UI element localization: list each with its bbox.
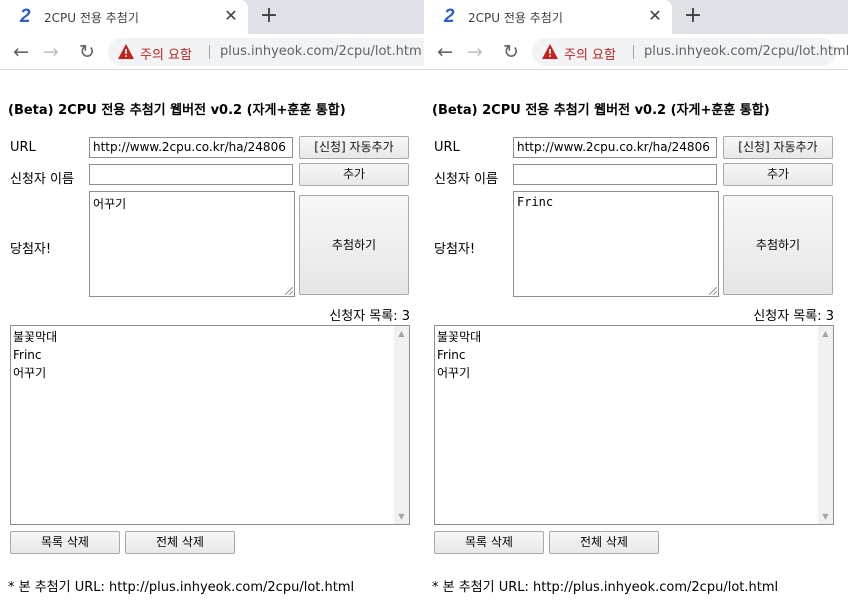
tab-strip: 2 2CPU 전용 추첨기 ✕ +	[0, 0, 424, 34]
address-bar[interactable]: 주의 요함 plus.inhyeok.com/2cpu/lot.htm	[108, 38, 424, 66]
add-button[interactable]: 추가	[299, 163, 409, 186]
resize-handle[interactable]	[285, 287, 293, 295]
url-label: URL	[10, 140, 36, 155]
applicant-count: 신청자 목록: 3	[329, 309, 410, 324]
scrollbar[interactable]: ▲ ▼	[818, 326, 833, 524]
url-input[interactable]: http://www.2cpu.co.kr/ha/24806	[513, 137, 717, 158]
plus-icon[interactable]: +	[682, 5, 704, 27]
delete-list-button[interactable]: 목록 삭제	[10, 531, 120, 554]
name-label: 신청자 이름	[434, 172, 498, 187]
close-icon[interactable]: ✕	[646, 7, 664, 25]
winner-value: 어꾸기	[93, 197, 127, 211]
close-icon[interactable]: ✕	[222, 7, 240, 25]
security-warning[interactable]: 주의 요함	[564, 44, 616, 63]
tab-title: 2CPU 전용 추첨기	[44, 11, 139, 25]
applicant-count: 신청자 목록: 3	[753, 309, 834, 324]
name-label: 신청자 이름	[10, 172, 74, 187]
delete-list-button[interactable]: 목록 삭제	[434, 531, 544, 554]
list-item[interactable]: 어꾸기	[13, 364, 393, 382]
list-item[interactable]: Frinc	[437, 346, 817, 364]
draw-button[interactable]: 추첨하기	[723, 195, 833, 295]
arrow-left-icon[interactable]: ←	[10, 41, 32, 63]
auto-add-button[interactable]: [신청] 자동추가	[299, 136, 409, 159]
tab-title: 2CPU 전용 추첨기	[468, 11, 563, 25]
draw-button[interactable]: 추첨하기	[299, 195, 409, 295]
browser-tab[interactable]: 2 2CPU 전용 추첨기 ✕	[424, 0, 672, 34]
address-url[interactable]: plus.inhyeok.com/2cpu/lot.htm	[220, 44, 422, 59]
browser-window-left: 2 2CPU 전용 추첨기 ✕ + ← → ↻ 주의 요함 plus.inhye…	[0, 0, 424, 602]
footer-text: * 본 추첨기 URL: http://plus.inhyeok.com/2cp…	[432, 580, 779, 595]
winner-label: 당첨자!	[434, 242, 476, 257]
add-button[interactable]: 추가	[723, 163, 833, 186]
browser-toolbar: ← → ↻ 주의 요함 plus.inhyeok.com/2cpu/lot.ht…	[424, 34, 848, 70]
winner-value: Frinc	[517, 195, 554, 209]
browser-tab[interactable]: 2 2CPU 전용 추첨기 ✕	[0, 0, 248, 34]
delete-all-button[interactable]: 전체 삭제	[549, 531, 659, 554]
reload-icon[interactable]: ↻	[76, 41, 98, 63]
url-input[interactable]: http://www.2cpu.co.kr/ha/24806	[89, 137, 293, 158]
tab-strip: 2 2CPU 전용 추첨기 ✕ +	[424, 0, 848, 34]
scrollbar[interactable]: ▲ ▼	[394, 326, 409, 524]
list-item[interactable]: 불꽃막대	[13, 328, 393, 346]
applicant-list[interactable]: 불꽃막대 Frinc 어꾸기 ▲ ▼	[434, 325, 834, 525]
list-item[interactable]: 어꾸기	[437, 364, 817, 382]
warning-triangle-icon	[542, 44, 558, 59]
arrow-left-icon[interactable]: ←	[434, 41, 456, 63]
scroll-up-icon[interactable]: ▲	[394, 326, 409, 341]
page-title: (Beta) 2CPU 전용 추첨기 웹버전 v0.2 (자게+훈훈 통합)	[432, 103, 770, 118]
warning-triangle-icon	[118, 44, 134, 59]
scroll-up-icon[interactable]: ▲	[818, 326, 833, 341]
address-bar[interactable]: 주의 요함 plus.inhyeok.com/2cpu/lot.html	[532, 38, 848, 66]
divider	[209, 45, 210, 59]
resize-handle[interactable]	[709, 287, 717, 295]
site-favicon: 2	[444, 6, 455, 27]
winner-label: 당첨자!	[10, 242, 52, 257]
name-input[interactable]	[89, 164, 293, 185]
page-title: (Beta) 2CPU 전용 추첨기 웹버전 v0.2 (자게+훈훈 통합)	[8, 103, 346, 118]
auto-add-button[interactable]: [신청] 자동추가	[723, 136, 833, 159]
site-favicon: 2	[20, 6, 31, 27]
footer-text: * 본 추첨기 URL: http://plus.inhyeok.com/2cp…	[8, 580, 355, 595]
security-warning[interactable]: 주의 요함	[140, 44, 192, 63]
browser-window-right: 2 2CPU 전용 추첨기 ✕ + ← → ↻ 주의 요함 plus.inhye…	[424, 0, 848, 602]
divider	[633, 45, 634, 59]
reload-icon[interactable]: ↻	[500, 41, 522, 63]
url-label: URL	[434, 140, 460, 155]
scroll-down-icon[interactable]: ▼	[394, 509, 409, 524]
name-input[interactable]	[513, 164, 717, 185]
browser-toolbar: ← → ↻ 주의 요함 plus.inhyeok.com/2cpu/lot.ht…	[0, 34, 424, 70]
delete-all-button[interactable]: 전체 삭제	[125, 531, 235, 554]
arrow-right-icon[interactable]: →	[40, 41, 62, 63]
address-url[interactable]: plus.inhyeok.com/2cpu/lot.html	[644, 44, 848, 59]
winner-textarea[interactable]: Frinc	[513, 191, 719, 297]
list-item[interactable]: Frinc	[13, 346, 393, 364]
plus-icon[interactable]: +	[258, 5, 280, 27]
winner-textarea[interactable]: 어꾸기	[89, 191, 295, 297]
applicant-list[interactable]: 불꽃막대 Frinc 어꾸기 ▲ ▼	[10, 325, 410, 525]
arrow-right-icon[interactable]: →	[464, 41, 486, 63]
list-item[interactable]: 불꽃막대	[437, 328, 817, 346]
scroll-down-icon[interactable]: ▼	[818, 509, 833, 524]
